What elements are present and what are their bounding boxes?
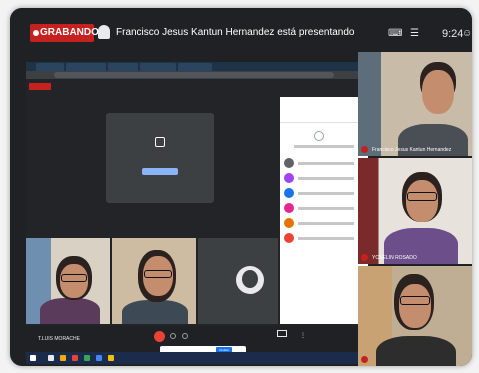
participant-name	[298, 162, 354, 165]
participant-name	[298, 177, 354, 180]
inner-recording-badge	[29, 83, 51, 90]
participant-row[interactable]	[284, 187, 366, 199]
avatar	[284, 233, 294, 243]
inner-meet-view: T.LUIS MORACHE ⋮	[26, 79, 372, 354]
side-participant-tile-1: Francisco Jesus Kantun Hernandez	[358, 52, 472, 156]
app-icon[interactable]	[84, 355, 90, 361]
presentation-placeholder	[106, 113, 214, 203]
avatar	[236, 266, 264, 294]
add-people-icon	[314, 131, 324, 141]
panel-hint	[294, 145, 354, 148]
participant-row[interactable]	[284, 217, 366, 229]
url-field[interactable]	[54, 72, 334, 78]
participant-row[interactable]	[284, 202, 366, 214]
app-icon[interactable]	[108, 355, 114, 361]
app-icon[interactable]	[72, 355, 78, 361]
avatar	[284, 188, 294, 198]
avatar	[284, 218, 294, 228]
self-label: T.LUIS MORACHE	[38, 336, 80, 342]
side-participant-tile-3	[358, 266, 472, 366]
participant-tile-1	[26, 238, 110, 324]
participant-row[interactable]	[284, 232, 366, 244]
avatar	[284, 203, 294, 213]
present-icon	[277, 330, 287, 337]
search-icon[interactable]	[48, 355, 54, 361]
participant-name: YOSELIN ROSADO	[372, 255, 417, 261]
avatar	[284, 173, 294, 183]
participant-row[interactable]	[284, 172, 366, 184]
participant-face	[399, 284, 431, 328]
mic-off-icon	[361, 254, 368, 261]
recording-label: GRABANDO	[40, 27, 99, 38]
browser-tab[interactable]	[108, 63, 138, 71]
browser-tab[interactable]	[36, 63, 64, 71]
captions-icon[interactable]: ⌨	[388, 28, 402, 39]
chrome-icon[interactable]	[96, 355, 102, 361]
windows-taskbar	[26, 352, 372, 364]
meet-window: GRABANDO Francisco Jesus Kantun Hernande…	[10, 8, 472, 366]
explorer-icon[interactable]	[60, 355, 66, 361]
participant-name	[298, 237, 354, 240]
presenting-text: Francisco Jesus Kantun Hernandez está pr…	[116, 27, 355, 38]
people-icon[interactable]: ☺	[462, 28, 472, 39]
participant-count: 9:24	[442, 28, 464, 40]
chat-icon[interactable]: ☰	[410, 28, 419, 39]
panel-divider	[280, 122, 368, 123]
camera-icon[interactable]	[182, 333, 188, 339]
participant-tile-3	[198, 238, 278, 324]
side-participant-tile-2: YOSELIN ROSADO	[358, 158, 472, 264]
participant-name: Francisco Jesus Kantun Hernandez	[372, 147, 452, 153]
browser-address-bar	[26, 71, 372, 79]
participant-face	[406, 180, 438, 222]
presenter-avatar-icon	[98, 25, 110, 39]
participant-name	[298, 207, 354, 210]
present-now-button[interactable]	[262, 330, 302, 344]
participant-name	[298, 192, 354, 195]
recording-badge: GRABANDO	[30, 24, 99, 42]
mic-off-icon	[361, 146, 368, 153]
browser-tab[interactable]	[178, 63, 212, 71]
people-panel	[280, 97, 368, 324]
mic-off-icon	[361, 356, 368, 363]
screen-share-icon	[155, 137, 165, 147]
stop-presenting-button[interactable]	[142, 168, 178, 175]
browser-tab-strip	[26, 62, 372, 71]
avatar	[284, 158, 294, 168]
participant-name	[298, 222, 354, 225]
end-call-icon[interactable]	[170, 333, 176, 339]
more-options-icon[interactable]: ⋮	[300, 332, 306, 339]
record-dot-icon	[33, 30, 39, 36]
participant-row[interactable]	[284, 157, 366, 169]
shared-screen: T.LUIS MORACHE ⋮ Ocultar	[26, 62, 372, 364]
browser-tab[interactable]	[66, 63, 106, 71]
participant-face	[422, 70, 454, 114]
mic-off-button[interactable]	[154, 331, 165, 342]
start-icon[interactable]	[30, 355, 36, 361]
meeting-top-bar: GRABANDO Francisco Jesus Kantun Hernande…	[10, 8, 472, 52]
participant-tile-2	[112, 238, 196, 324]
browser-tab[interactable]	[140, 63, 176, 71]
